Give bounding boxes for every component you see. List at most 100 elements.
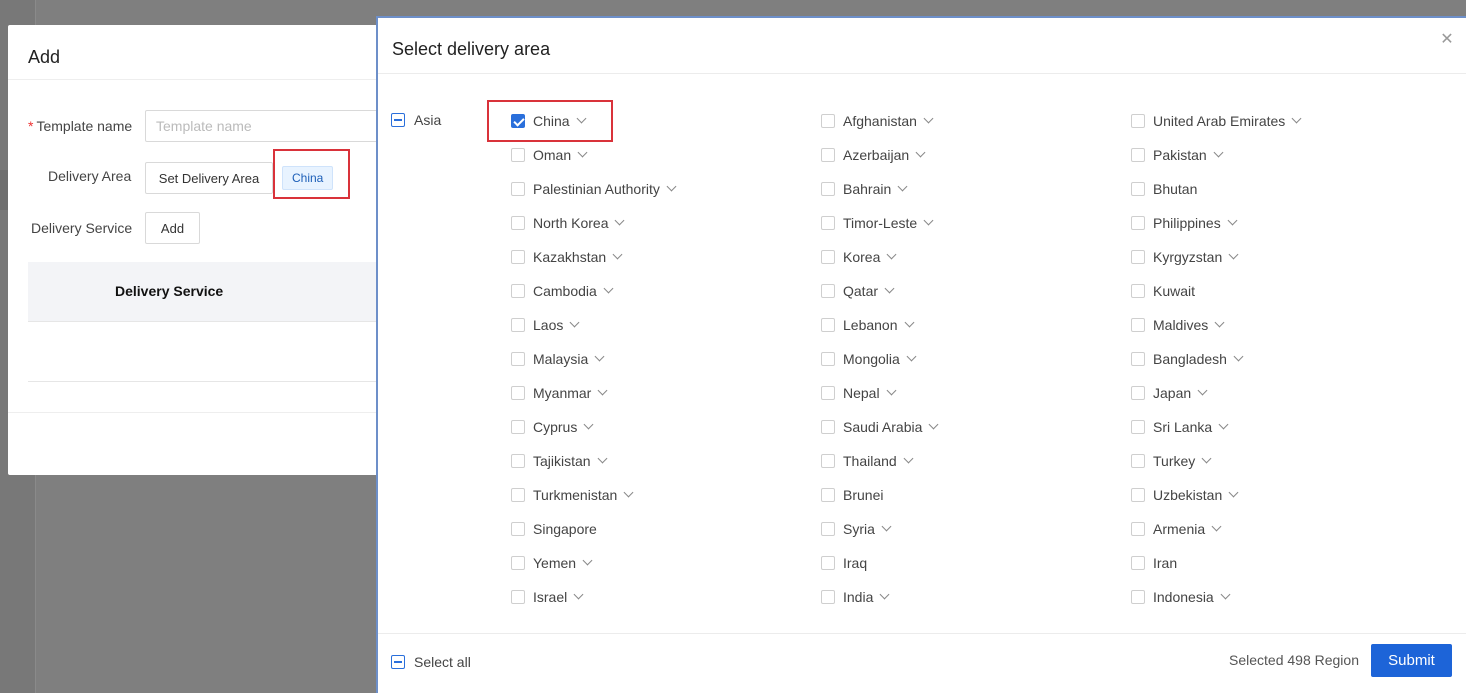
country-item[interactable]: Timor-Leste xyxy=(821,206,1131,240)
country-checkbox[interactable] xyxy=(821,148,835,162)
chevron-down-icon[interactable] xyxy=(886,385,897,395)
country-item[interactable]: Oman xyxy=(511,138,821,172)
country-checkbox[interactable] xyxy=(1131,420,1145,434)
country-item[interactable]: Uzbekistan xyxy=(1131,478,1441,512)
country-item[interactable]: Bangladesh xyxy=(1131,342,1441,376)
chevron-down-icon[interactable] xyxy=(923,215,934,225)
chevron-down-icon[interactable] xyxy=(1213,147,1224,157)
chevron-down-icon[interactable] xyxy=(923,113,934,123)
country-checkbox[interactable] xyxy=(821,556,835,570)
close-icon[interactable]: ✕ xyxy=(1440,32,1454,48)
select-all-indeterminate-icon[interactable] xyxy=(391,655,405,669)
country-item[interactable]: Mongolia xyxy=(821,342,1131,376)
chevron-down-icon[interactable] xyxy=(597,453,608,463)
country-item[interactable]: Iraq xyxy=(821,546,1131,580)
country-item[interactable]: Thailand xyxy=(821,444,1131,478)
country-item[interactable]: Turkey xyxy=(1131,444,1441,478)
country-checkbox[interactable] xyxy=(1131,284,1145,298)
country-item[interactable]: United Arab Emirates xyxy=(1131,104,1441,138)
country-checkbox[interactable] xyxy=(1131,318,1145,332)
chevron-down-icon[interactable] xyxy=(881,521,892,531)
submit-button[interactable]: Submit xyxy=(1371,644,1452,677)
chevron-down-icon[interactable] xyxy=(623,487,634,497)
country-item[interactable]: Laos xyxy=(511,308,821,342)
country-checkbox[interactable] xyxy=(511,284,525,298)
country-item[interactable]: Lebanon xyxy=(821,308,1131,342)
country-checkbox[interactable] xyxy=(821,420,835,434)
country-item[interactable]: Kazakhstan xyxy=(511,240,821,274)
country-checkbox[interactable] xyxy=(821,250,835,264)
country-item[interactable]: Afghanistan xyxy=(821,104,1131,138)
country-item[interactable]: Malaysia xyxy=(511,342,821,376)
chevron-down-icon[interactable] xyxy=(597,385,608,395)
country-checkbox[interactable] xyxy=(821,488,835,502)
chevron-down-icon[interactable] xyxy=(1211,521,1222,531)
country-checkbox[interactable] xyxy=(821,182,835,196)
chevron-down-icon[interactable] xyxy=(603,283,614,293)
country-item[interactable]: Maldives xyxy=(1131,308,1441,342)
country-checkbox[interactable] xyxy=(511,386,525,400)
country-checkbox[interactable] xyxy=(821,216,835,230)
country-item[interactable]: Pakistan xyxy=(1131,138,1441,172)
chevron-down-icon[interactable] xyxy=(906,351,917,361)
country-checkbox[interactable] xyxy=(511,522,525,536)
country-checkbox[interactable] xyxy=(1131,250,1145,264)
country-item[interactable]: Cambodia xyxy=(511,274,821,308)
chevron-down-icon[interactable] xyxy=(573,589,584,599)
country-item[interactable]: Israel xyxy=(511,580,821,614)
country-checkbox[interactable] xyxy=(511,454,525,468)
country-item[interactable]: Philippines xyxy=(1131,206,1441,240)
chevron-down-icon[interactable] xyxy=(1220,589,1231,599)
add-service-button[interactable]: Add xyxy=(145,212,200,244)
chevron-down-icon[interactable] xyxy=(928,419,939,429)
country-checkbox[interactable] xyxy=(821,590,835,604)
country-checkbox[interactable] xyxy=(511,148,525,162)
chevron-down-icon[interactable] xyxy=(915,147,926,157)
country-checkbox[interactable] xyxy=(821,318,835,332)
chevron-down-icon[interactable] xyxy=(615,215,625,225)
country-item[interactable]: Syria xyxy=(821,512,1131,546)
chevron-down-icon[interactable] xyxy=(1228,487,1239,497)
country-item[interactable]: Bahrain xyxy=(821,172,1131,206)
country-checkbox[interactable] xyxy=(1131,216,1145,230)
country-item[interactable]: Palestinian Authority xyxy=(511,172,821,206)
country-item[interactable]: Kyrgyzstan xyxy=(1131,240,1441,274)
chevron-down-icon[interactable] xyxy=(886,249,897,259)
country-item[interactable]: India xyxy=(821,580,1131,614)
country-checkbox[interactable] xyxy=(821,352,835,366)
chevron-down-icon[interactable] xyxy=(1218,419,1229,429)
country-item[interactable]: Saudi Arabia xyxy=(821,410,1131,444)
country-item[interactable]: Myanmar xyxy=(511,376,821,410)
country-checkbox[interactable] xyxy=(1131,386,1145,400)
chevron-down-icon[interactable] xyxy=(879,589,890,599)
country-item[interactable]: Nepal xyxy=(821,376,1131,410)
country-item[interactable]: Japan xyxy=(1131,376,1441,410)
chevron-down-icon[interactable] xyxy=(666,181,677,191)
country-item[interactable]: North Korea xyxy=(511,206,821,240)
country-item[interactable]: Sri Lanka xyxy=(1131,410,1441,444)
chevron-down-icon[interactable] xyxy=(577,147,588,157)
chevron-down-icon[interactable] xyxy=(1227,215,1238,225)
country-item[interactable]: Tajikistan xyxy=(511,444,821,478)
country-checkbox[interactable] xyxy=(1131,352,1145,366)
country-checkbox[interactable] xyxy=(821,454,835,468)
country-item[interactable]: Indonesia xyxy=(1131,580,1441,614)
asia-indeterminate-checkbox[interactable] xyxy=(391,113,405,127)
country-item[interactable]: Iran xyxy=(1131,546,1441,580)
country-checkbox[interactable] xyxy=(511,250,525,264)
country-item[interactable]: Yemen xyxy=(511,546,821,580)
country-checkbox[interactable] xyxy=(1131,114,1145,128)
template-name-input[interactable] xyxy=(145,110,405,142)
country-item[interactable]: Qatar xyxy=(821,274,1131,308)
country-checkbox[interactable] xyxy=(821,386,835,400)
country-checkbox[interactable] xyxy=(1131,590,1145,604)
country-checkbox[interactable] xyxy=(1131,148,1145,162)
country-checkbox[interactable] xyxy=(511,352,525,366)
country-checkbox[interactable] xyxy=(1131,454,1145,468)
chevron-down-icon[interactable] xyxy=(1197,385,1208,395)
country-item[interactable]: Kuwait xyxy=(1131,274,1441,308)
country-item[interactable]: Brunei xyxy=(821,478,1131,512)
country-checkbox[interactable] xyxy=(1131,522,1145,536)
set-delivery-area-button[interactable]: Set Delivery Area xyxy=(145,162,273,194)
chevron-down-icon[interactable] xyxy=(884,283,895,293)
